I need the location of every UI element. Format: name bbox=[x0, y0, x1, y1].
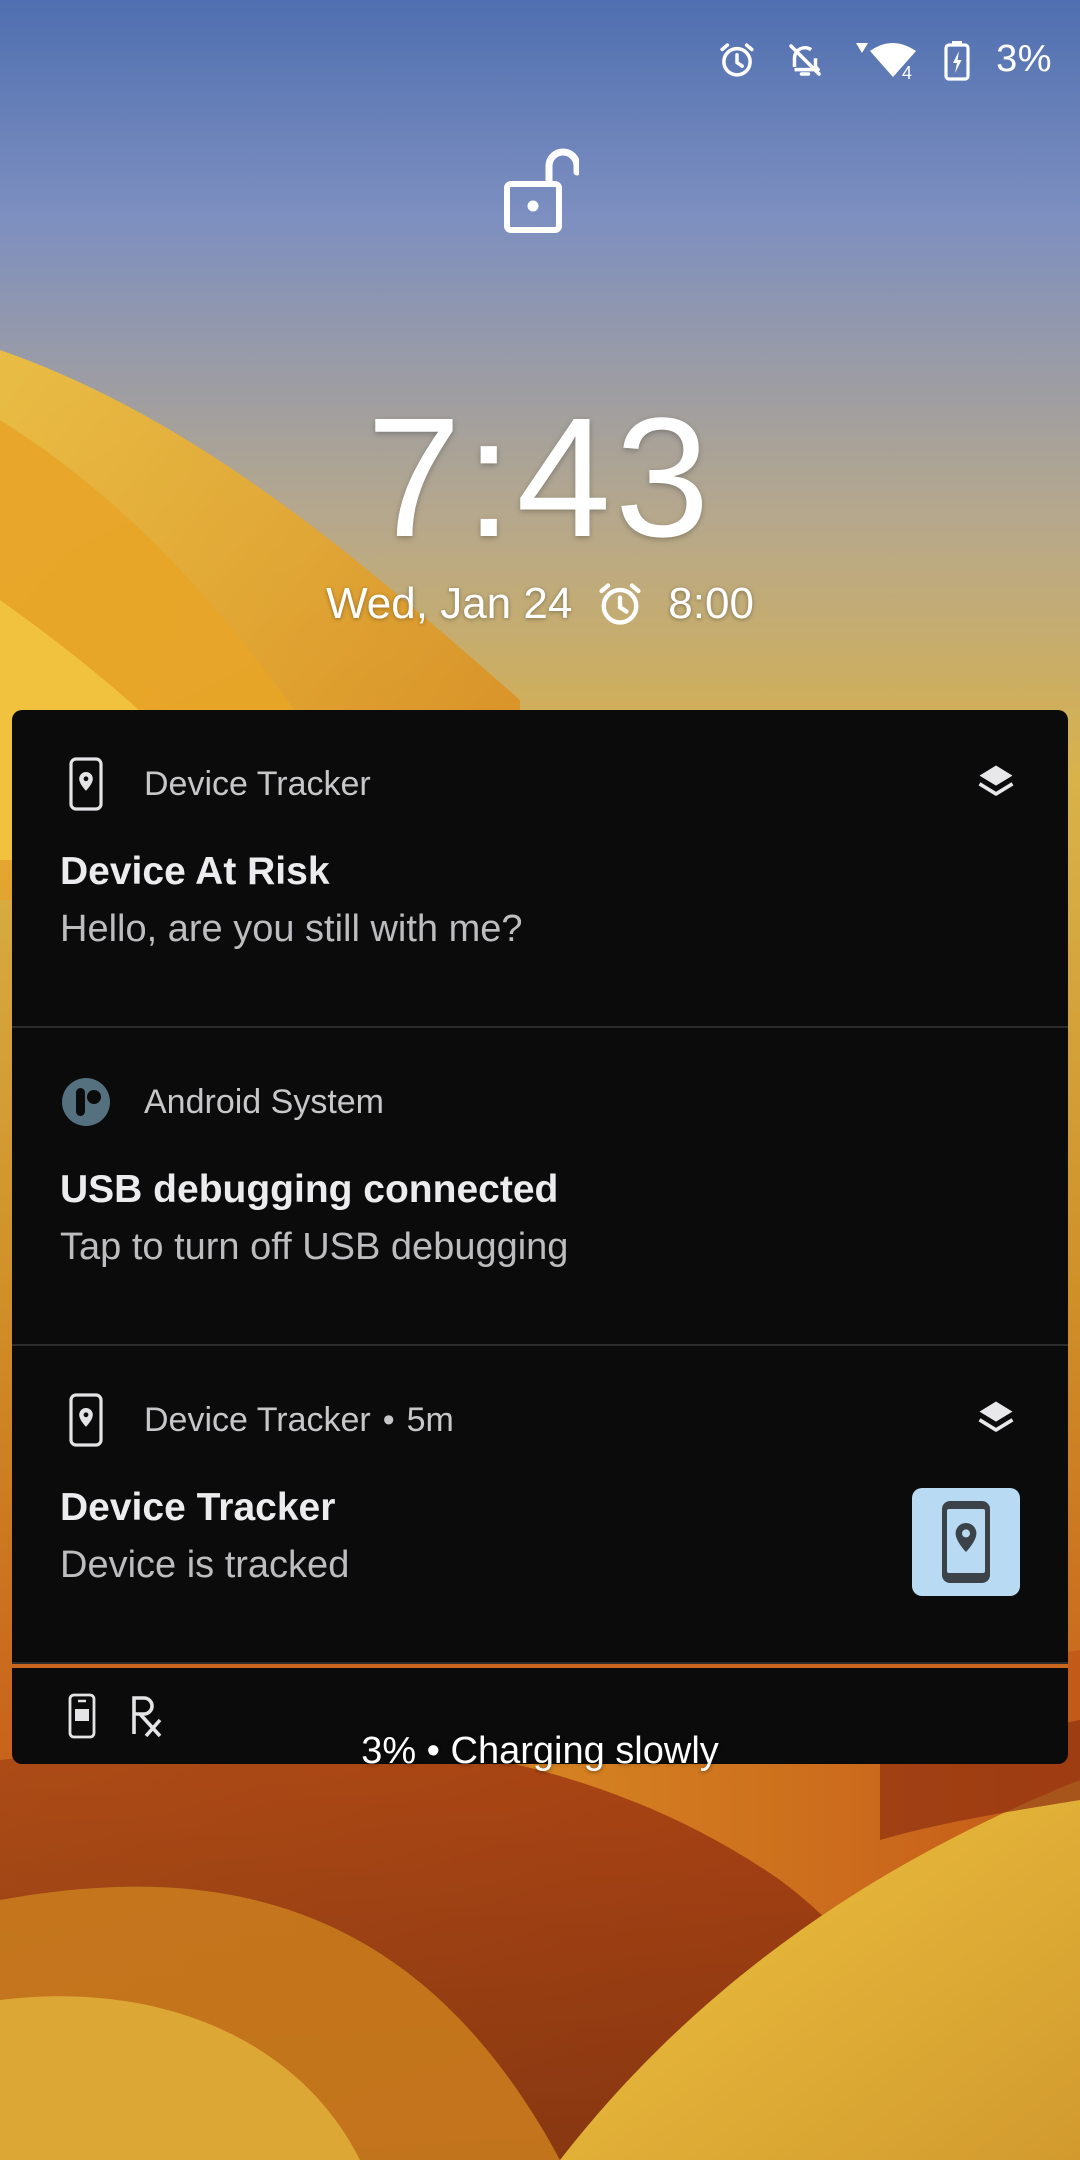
notification-text: Hello, are you still with me? bbox=[60, 908, 523, 950]
notification-title: Device At Risk bbox=[60, 850, 330, 893]
notification-text: Device is tracked bbox=[60, 1544, 350, 1586]
android-system-icon bbox=[60, 1076, 112, 1128]
notification-stack-icon[interactable] bbox=[974, 1396, 1018, 1440]
notification-title: Device Tracker bbox=[60, 1486, 336, 1529]
notification-thumbnail bbox=[912, 1488, 1020, 1596]
device-location-icon bbox=[60, 1393, 112, 1447]
lock-screen: 4 3% 7:43 Wed, Jan 24 8:00 Device Tracke… bbox=[0, 0, 1080, 2160]
wifi-icon: 4 bbox=[856, 42, 917, 81]
notification-stack-icon[interactable] bbox=[974, 760, 1018, 804]
date-alarm-row: Wed, Jan 24 8:00 bbox=[0, 578, 1080, 630]
notification-text: Tap to turn off USB debugging bbox=[60, 1226, 569, 1268]
device-location-icon bbox=[60, 757, 112, 811]
notification-card[interactable]: Device Tracker • 5m Device Tracker Devic… bbox=[12, 1346, 1068, 1664]
notification-panel: Device Tracker Device At Risk Hello, are… bbox=[12, 710, 1068, 1764]
status-bar: 4 3% bbox=[716, 38, 1052, 81]
notification-header: Device Tracker • 5m bbox=[60, 1393, 454, 1447]
notification-app-name: Android System bbox=[144, 1082, 384, 1121]
notification-card[interactable]: Device Tracker Device At Risk Hello, are… bbox=[12, 710, 1068, 1028]
alarm-icon bbox=[599, 583, 641, 625]
notification-header: Device Tracker bbox=[60, 757, 371, 811]
notification-title: USB debugging connected bbox=[60, 1168, 559, 1211]
next-alarm-time: 8:00 bbox=[668, 579, 754, 628]
notification-card[interactable]: Android System USB debugging connected T… bbox=[12, 1028, 1068, 1346]
notification-time: 5m bbox=[406, 1400, 454, 1439]
svg-text:4: 4 bbox=[902, 63, 912, 81]
battery-percent: 3% bbox=[996, 38, 1052, 80]
unlocked-padlock-icon[interactable] bbox=[503, 148, 579, 238]
lock-clock: 7:43 bbox=[366, 383, 714, 573]
lock-date: Wed, Jan 24 bbox=[326, 579, 573, 628]
phone-location-icon bbox=[942, 1501, 990, 1583]
notification-header: Android System bbox=[60, 1076, 384, 1128]
notification-app-name: Device Tracker bbox=[144, 1400, 371, 1439]
notifications-off-icon bbox=[789, 43, 821, 76]
separator-dot: • bbox=[382, 1400, 395, 1439]
notification-app-name: Device Tracker bbox=[144, 764, 371, 803]
alarm-icon bbox=[720, 42, 754, 77]
battery-charging-icon bbox=[944, 40, 970, 81]
charging-status: 3% • Charging slowly bbox=[361, 1730, 719, 1772]
